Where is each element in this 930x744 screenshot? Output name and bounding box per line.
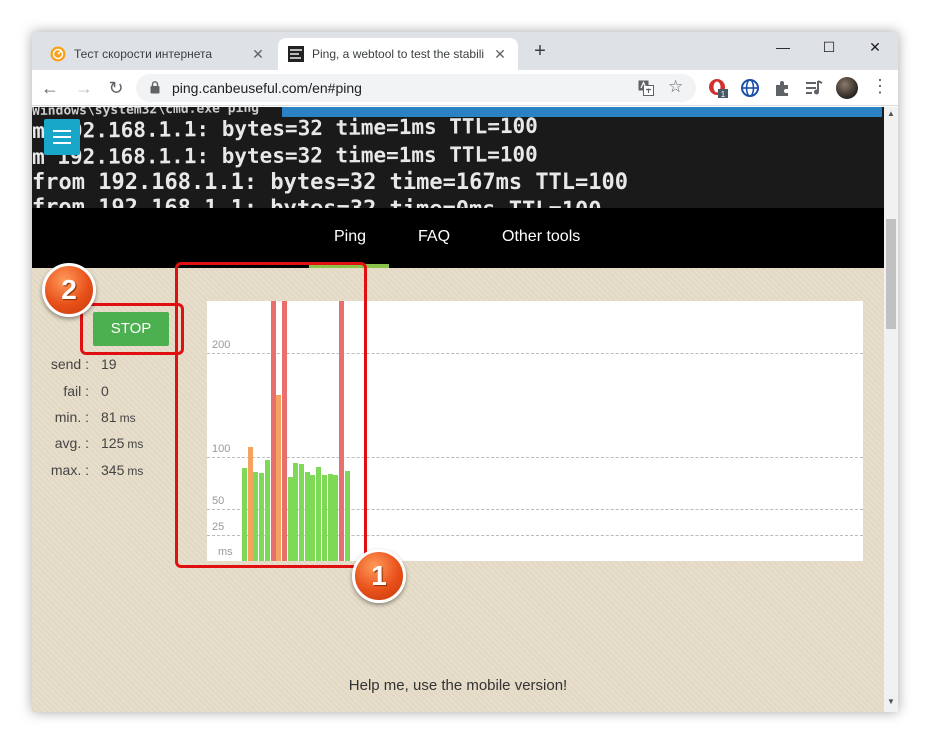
forward-button[interactable]: → <box>72 76 96 100</box>
banner-cmd-line: from 192.168.1.1: bytes=32 time=167ms TT… <box>32 170 629 195</box>
extension-badge: 1 <box>721 90 726 98</box>
extensions-puzzle-icon[interactable] <box>772 78 792 98</box>
page-viewport: Windows\system32\cmd.exe ping m 192.168.… <box>32 107 884 712</box>
header-banner: Windows\system32\cmd.exe ping m 192.168.… <box>32 107 884 208</box>
stat-label: avg. : <box>54 435 89 451</box>
scroll-up-arrow-icon[interactable]: ▲ <box>887 109 895 118</box>
stat-label: send : <box>50 356 89 372</box>
banner-cmd-line: m 192.168.1.1: bytes=32 time=1ms TTL=100 <box>32 142 538 169</box>
tab-title: Ping, a webtool to test the stabili <box>312 47 485 61</box>
annotation-badge-1: 1 <box>352 549 406 603</box>
banner-cmd-line: m 192.168.1.1: bytes=32 time=1ms TTL=100 <box>32 113 538 143</box>
bookmark-star-icon[interactable]: ☆ <box>668 77 683 97</box>
reload-button[interactable]: ↻ <box>104 76 128 100</box>
url-text[interactable]: ping.canbeuseful.com/en#ping <box>172 80 362 96</box>
tab-ping[interactable]: Ping, a webtool to test the stabili ✕ <box>278 38 518 70</box>
annotation-highlight-chart <box>175 262 367 568</box>
opera-vpn-extension-icon[interactable]: 1 <box>708 78 728 98</box>
translate-icon[interactable] <box>638 80 654 96</box>
mobile-version-link[interactable]: Help me, use the mobile version! <box>32 677 884 694</box>
browser-menu-icon[interactable]: ⋮ <box>870 76 890 97</box>
globe-extension-icon[interactable] <box>740 78 760 98</box>
nav-link-other-tools[interactable]: Other tools <box>502 228 580 246</box>
page-scrollbar[interactable]: ▲ ▼ <box>884 107 898 712</box>
hamburger-icon <box>53 142 71 144</box>
profile-avatar[interactable] <box>836 77 858 99</box>
minimize-button[interactable]: — <box>760 34 806 60</box>
new-tab-button[interactable]: + <box>530 41 550 62</box>
maximize-button[interactable]: ☐ <box>806 34 852 60</box>
browser-toolbar: ← → ↻ ping.canbeuseful.com/en#ping ☆ 1 ⋮ <box>32 70 898 106</box>
tab-close-icon[interactable]: ✕ <box>492 46 508 63</box>
media-controls-icon[interactable] <box>804 78 824 98</box>
stat-label: max. : <box>50 462 89 478</box>
nav-link-faq[interactable]: FAQ <box>418 228 450 246</box>
lock-icon[interactable] <box>150 81 160 94</box>
close-window-button[interactable]: ✕ <box>852 34 898 60</box>
scroll-down-arrow-icon[interactable]: ▼ <box>887 697 895 706</box>
annotation-highlight-stop <box>80 303 184 355</box>
tab-speed-test[interactable]: Тест скорости интернета ✕ <box>40 38 276 70</box>
ping-favicon-icon <box>288 46 304 62</box>
hamburger-icon <box>53 136 71 138</box>
stat-value: 0 <box>101 383 109 399</box>
speedometer-favicon-icon <box>50 46 66 62</box>
hamburger-icon <box>53 130 71 132</box>
stat-value: 125 ms <box>101 435 144 451</box>
tab-close-icon[interactable]: ✕ <box>250 46 266 63</box>
browser-window: Тест скорости интернета ✕ Ping, a webtoo… <box>32 32 898 712</box>
annotation-badge-2: 2 <box>42 263 96 317</box>
banner-cmd-line: from 192.168.1.1: bytes=32 time=0ms TTL=… <box>32 195 602 208</box>
back-button[interactable]: ← <box>38 76 62 100</box>
tab-strip: Тест скорости интернета ✕ Ping, a webtoo… <box>32 32 898 70</box>
nav-link-ping[interactable]: Ping <box>334 228 366 246</box>
scrollbar-thumb[interactable] <box>886 219 896 329</box>
stat-value: 81 ms <box>101 409 136 425</box>
address-bar[interactable]: ping.canbeuseful.com/en#ping ☆ <box>136 74 696 102</box>
tab-title: Тест скорости интернета <box>74 47 213 61</box>
stat-label: min. : <box>54 409 89 425</box>
stat-value: 345 ms <box>101 462 144 478</box>
hamburger-menu-button[interactable] <box>44 119 80 155</box>
stat-label: fail : <box>63 383 89 399</box>
site-nav: Ping FAQ Other tools <box>32 208 884 268</box>
stat-value: 19 <box>101 356 117 372</box>
